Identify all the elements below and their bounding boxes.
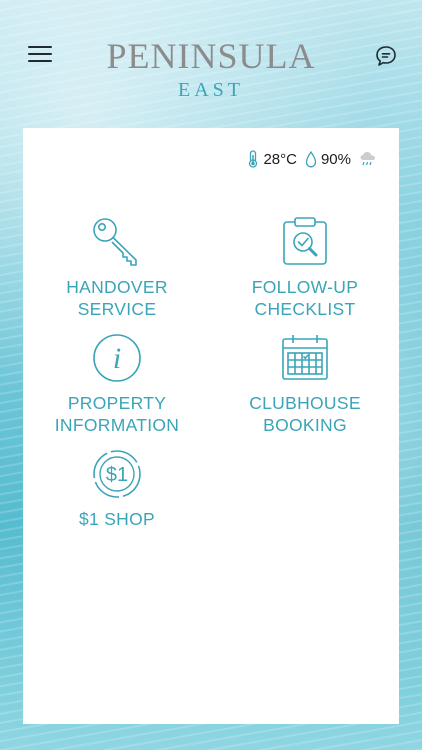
app-logo: PENINSULA EAST xyxy=(0,38,422,102)
tile-label: FOLLOW-UP CHECKLIST xyxy=(251,277,359,319)
tile-handover-service[interactable]: HANDOVER SERVICE xyxy=(37,216,197,320)
logo-main-text: PENINSULA xyxy=(106,36,316,76)
temperature-value: 28°C xyxy=(263,150,297,168)
dollar-coin-icon: $1 xyxy=(93,450,141,498)
tile-clubhouse-booking[interactable]: CLUBHOUSE BOOKING xyxy=(225,332,385,436)
chat-bubble-icon[interactable] xyxy=(374,44,398,68)
tile-property-information[interactable]: i PROPERTY INFORMATION xyxy=(37,332,197,436)
key-icon xyxy=(93,218,137,266)
svg-text:i: i xyxy=(113,342,121,375)
water-drop-icon xyxy=(305,150,317,167)
weather-bar: 28°C 90% xyxy=(247,150,377,168)
rain-cloud-icon xyxy=(360,152,375,166)
thermometer-icon xyxy=(249,150,258,168)
tile-label: PROPERTY INFORMATION xyxy=(54,393,180,435)
calendar-icon xyxy=(282,335,328,380)
logo-sub-text: EAST xyxy=(178,79,244,101)
main-card: 28°C 90% HANDOVER SERVICE FOLLOW-UP CHEC… xyxy=(23,128,399,724)
tile-dollar-shop[interactable]: $1 $1 SHOP xyxy=(37,448,197,530)
info-icon: i xyxy=(93,334,141,382)
humidity-value: 90% xyxy=(320,150,351,168)
clipboard-check-icon xyxy=(283,217,327,265)
svg-text:$1: $1 xyxy=(106,464,128,486)
tile-label: HANDOVER SERVICE xyxy=(66,277,168,319)
tile-follow-up-checklist[interactable]: FOLLOW-UP CHECKLIST xyxy=(225,216,385,320)
tile-label: $1 SHOP xyxy=(78,509,156,529)
app-header: PENINSULA EAST xyxy=(0,0,422,120)
tile-label: CLUBHOUSE BOOKING xyxy=(249,393,361,435)
